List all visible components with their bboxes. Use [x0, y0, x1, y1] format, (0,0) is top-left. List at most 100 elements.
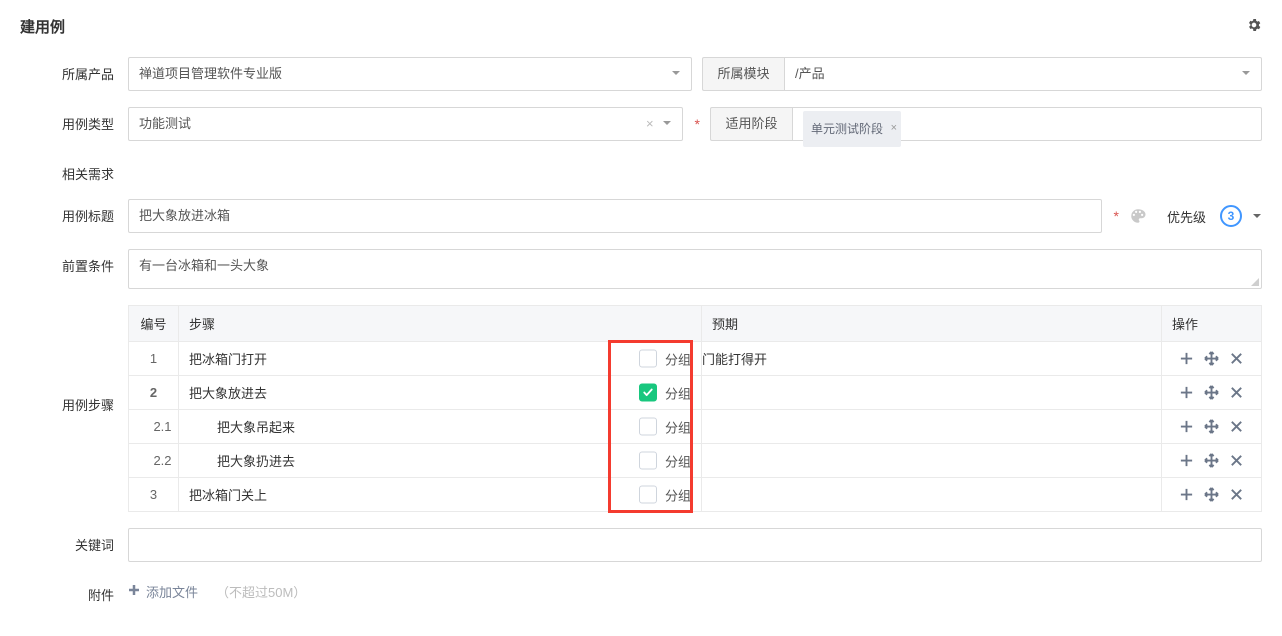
label-case-title: 用例标题	[20, 199, 128, 225]
group-checkbox[interactable]	[639, 384, 657, 402]
step-actions	[1162, 444, 1262, 478]
group-label: 分组	[665, 349, 691, 368]
step-desc-cell[interactable]: 把大象扔进去 分组	[179, 444, 702, 478]
table-row: 3 把冰箱门关上 分组	[129, 478, 1262, 512]
move-step-icon[interactable]	[1204, 453, 1219, 468]
title-value: 把大象放进冰箱	[139, 208, 230, 223]
add-file-button[interactable]: 添加文件	[128, 582, 198, 601]
product-value: 禅道项目管理软件专业版	[139, 66, 282, 81]
delete-step-icon[interactable]	[1229, 351, 1244, 366]
move-step-icon[interactable]	[1204, 419, 1219, 434]
add-file-label: 添加文件	[146, 582, 198, 601]
step-desc: 把冰箱门关上	[189, 485, 267, 504]
delete-step-icon[interactable]	[1229, 487, 1244, 502]
stage-tag-text: 单元测试阶段	[811, 122, 883, 136]
group-checkbox[interactable]	[639, 418, 657, 436]
product-select[interactable]: 禅道项目管理软件专业版	[128, 57, 692, 91]
step-desc-cell[interactable]: 把大象吊起来 分组	[179, 410, 702, 444]
step-desc-cell[interactable]: 把大象放进去 分组	[179, 376, 702, 410]
module-value: /产品	[795, 66, 825, 81]
table-row: 2.1 把大象吊起来 分组	[129, 410, 1262, 444]
step-actions	[1162, 478, 1262, 512]
file-note: （不超过50M）	[216, 582, 306, 601]
caret-down-icon	[671, 58, 681, 90]
step-expected[interactable]	[702, 376, 1162, 410]
caret-down-icon[interactable]	[1252, 209, 1262, 224]
label-keywords: 关键词	[20, 528, 128, 554]
required-star: *	[695, 116, 700, 132]
delete-step-icon[interactable]	[1229, 419, 1244, 434]
clear-icon[interactable]: ×	[646, 108, 654, 140]
label-steps: 用例步骤	[20, 305, 128, 414]
stage-tag[interactable]: 单元测试阶段 ×	[803, 111, 901, 147]
move-step-icon[interactable]	[1204, 385, 1219, 400]
add-step-icon[interactable]	[1179, 385, 1194, 400]
case-type-value: 功能测试	[139, 116, 191, 131]
module-select[interactable]: /产品	[784, 57, 1262, 91]
step-expected[interactable]	[702, 478, 1162, 512]
add-step-icon[interactable]	[1179, 453, 1194, 468]
label-priority: 优先级	[1167, 207, 1206, 226]
label-precondition: 前置条件	[20, 249, 128, 275]
palette-icon[interactable]	[1129, 207, 1147, 225]
step-num: 1	[129, 342, 179, 376]
label-stage: 适用阶段	[710, 107, 792, 141]
group-checkbox[interactable]	[639, 452, 657, 470]
table-row: 1 把冰箱门打开 分组 门能打得开	[129, 342, 1262, 376]
close-icon[interactable]: ×	[891, 112, 897, 144]
label-related-req: 相关需求	[20, 157, 128, 183]
caret-down-icon	[662, 108, 672, 140]
col-step: 步骤	[179, 306, 702, 342]
step-desc-cell[interactable]: 把冰箱门关上 分组	[179, 478, 702, 512]
resize-grip-icon[interactable]	[1249, 276, 1259, 286]
step-desc-cell[interactable]: 把冰箱门打开 分组	[179, 342, 702, 376]
step-num: 2.2	[129, 444, 179, 478]
step-num: 3	[129, 478, 179, 512]
group-label: 分组	[665, 451, 691, 470]
page-title: 建用例	[20, 16, 65, 37]
step-num: 2	[129, 376, 179, 410]
step-expected[interactable]	[702, 410, 1162, 444]
table-row: 2.2 把大象扔进去 分组	[129, 444, 1262, 478]
step-expected[interactable]	[702, 444, 1162, 478]
keywords-input[interactable]	[128, 528, 1262, 562]
step-num: 2.1	[129, 410, 179, 444]
precondition-value: 有一台冰箱和一头大象	[139, 258, 269, 273]
label-attachment: 附件	[20, 578, 128, 604]
col-num: 编号	[129, 306, 179, 342]
step-actions	[1162, 342, 1262, 376]
priority-badge[interactable]: 3	[1220, 205, 1242, 227]
label-product: 所属产品	[20, 57, 128, 83]
plus-icon	[128, 584, 140, 599]
add-step-icon[interactable]	[1179, 419, 1194, 434]
table-row: 2 把大象放进去 分组	[129, 376, 1262, 410]
group-label: 分组	[665, 417, 691, 436]
move-step-icon[interactable]	[1204, 351, 1219, 366]
step-desc: 把大象扔进去	[189, 451, 295, 470]
col-action: 操作	[1162, 306, 1262, 342]
caret-down-icon	[1241, 58, 1251, 90]
add-step-icon[interactable]	[1179, 351, 1194, 366]
case-type-select[interactable]: 功能测试 ×	[128, 107, 683, 141]
step-desc: 把大象放进去	[189, 383, 267, 402]
step-actions	[1162, 410, 1262, 444]
gear-icon[interactable]	[1246, 17, 1262, 36]
add-step-icon[interactable]	[1179, 487, 1194, 502]
delete-step-icon[interactable]	[1229, 453, 1244, 468]
step-desc: 把冰箱门打开	[189, 349, 267, 368]
step-actions	[1162, 376, 1262, 410]
required-star: *	[1114, 208, 1119, 224]
title-input[interactable]: 把大象放进冰箱	[128, 199, 1102, 233]
step-desc: 把大象吊起来	[189, 417, 295, 436]
delete-step-icon[interactable]	[1229, 385, 1244, 400]
group-checkbox[interactable]	[639, 350, 657, 368]
precondition-textarea[interactable]: 有一台冰箱和一头大象	[128, 249, 1262, 289]
group-label: 分组	[665, 383, 691, 402]
label-module: 所属模块	[702, 57, 784, 91]
group-checkbox[interactable]	[639, 486, 657, 504]
steps-table: 编号 步骤 预期 操作 1 把冰箱门打开 分组 门能打得开 2 把大象放进去	[128, 305, 1262, 512]
stage-select[interactable]: 单元测试阶段 ×	[792, 107, 1262, 141]
group-label: 分组	[665, 485, 691, 504]
move-step-icon[interactable]	[1204, 487, 1219, 502]
step-expected[interactable]: 门能打得开	[702, 342, 1162, 376]
